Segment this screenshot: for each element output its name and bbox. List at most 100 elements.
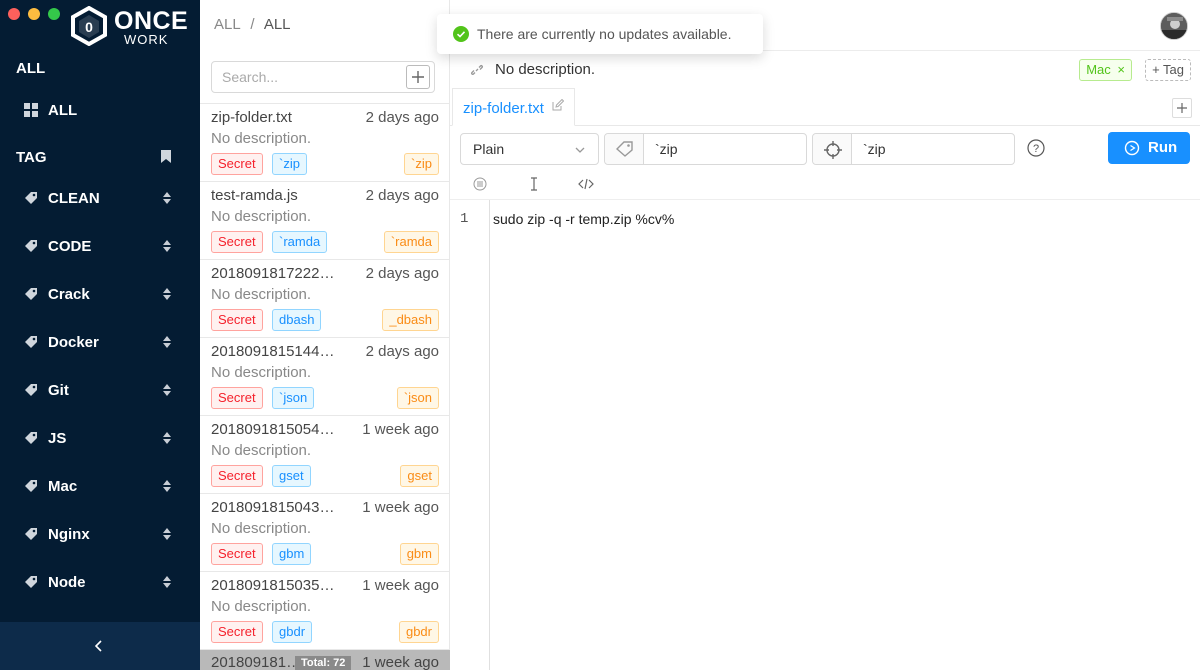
add-tab-button[interactable] bbox=[1172, 98, 1192, 118]
sort-icon[interactable] bbox=[163, 479, 171, 493]
snippet-tag[interactable]: gbdr bbox=[272, 621, 313, 643]
list-item[interactable]: 2018091815144… 2 days ago No description. S… bbox=[200, 338, 450, 416]
window-minimize-button[interactable] bbox=[28, 8, 40, 20]
sort-icon[interactable] bbox=[163, 191, 171, 205]
window-close-button[interactable] bbox=[8, 8, 20, 20]
search-input[interactable] bbox=[220, 67, 400, 87]
snippet-time: 1 week ago bbox=[362, 421, 439, 438]
sort-icon[interactable] bbox=[163, 239, 171, 253]
sidebar-item-label: Mac bbox=[48, 477, 78, 495]
snippet-tag[interactable]: gset bbox=[272, 465, 311, 487]
editor-divider bbox=[450, 199, 1200, 200]
file-tab-bar: zip-folder.txt bbox=[450, 88, 1200, 126]
format-list-icon[interactable] bbox=[472, 176, 488, 192]
snippet-tag[interactable]: `ramda bbox=[383, 231, 439, 253]
description-row: No description. Mac × + Tag bbox=[450, 50, 1200, 88]
list-item[interactable]: 2018091815043… 1 week ago No description. S… bbox=[200, 494, 450, 572]
sidebar-item-label: JS bbox=[48, 429, 67, 447]
trigger-input[interactable]: `zip bbox=[863, 141, 886, 157]
snippet-tag[interactable]: `zip bbox=[404, 153, 439, 175]
detail-tag-mac[interactable]: Mac × bbox=[1079, 59, 1132, 81]
breadcrumb-root[interactable]: ALL bbox=[214, 16, 240, 33]
sidebar-item-label: CLEAN bbox=[48, 189, 100, 207]
snippet-tag[interactable]: `json bbox=[272, 387, 315, 409]
sidebar-item-code[interactable]: CODE bbox=[0, 226, 200, 266]
add-tag-button[interactable]: + Tag bbox=[1145, 59, 1191, 81]
sidebar-item-js[interactable]: JS bbox=[0, 418, 200, 458]
snippet-time: 2 days ago bbox=[365, 343, 439, 360]
snippet-description[interactable]: No description. bbox=[495, 61, 595, 78]
collapse-sidebar-button[interactable] bbox=[0, 622, 200, 670]
logo-text-secondary: WORK bbox=[124, 32, 169, 47]
snippet-tag[interactable]: Secret bbox=[211, 231, 263, 253]
bookmark-icon[interactable] bbox=[160, 150, 172, 163]
sort-icon[interactable] bbox=[163, 335, 171, 349]
tag-icon bbox=[25, 576, 37, 588]
add-snippet-button[interactable] bbox=[406, 65, 430, 89]
snippet-tag[interactable]: Secret bbox=[211, 621, 263, 643]
run-label: Run bbox=[1148, 139, 1178, 156]
sidebar-item-nginx[interactable]: Nginx bbox=[0, 514, 200, 554]
sidebar-item-node[interactable]: Node bbox=[0, 562, 200, 602]
snippet-name: 2018091815035… bbox=[211, 577, 335, 594]
sidebar-item-label: CODE bbox=[48, 237, 92, 255]
grid-icon bbox=[24, 103, 38, 117]
code-line[interactable]: sudo zip -q -r temp.zip %cv% bbox=[493, 211, 674, 227]
tab-zip-folder[interactable]: zip-folder.txt bbox=[452, 88, 576, 126]
sidebar-item-git[interactable]: Git bbox=[0, 370, 200, 410]
snippet-tag[interactable]: `json bbox=[396, 387, 439, 409]
help-icon[interactable]: ? bbox=[1027, 139, 1045, 157]
avatar[interactable] bbox=[1160, 12, 1188, 40]
text-cursor-icon[interactable] bbox=[526, 176, 542, 192]
list-item[interactable]: test-ramda.js 2 days ago No description. Se… bbox=[200, 182, 450, 260]
plus-icon bbox=[412, 71, 424, 83]
snippet-tag[interactable]: gbdr bbox=[398, 621, 439, 643]
sort-icon[interactable] bbox=[163, 575, 171, 589]
edit-icon[interactable] bbox=[552, 99, 565, 111]
editor-gutter bbox=[489, 200, 490, 670]
snippet-tag[interactable]: gset bbox=[400, 465, 439, 487]
total-count-badge: Total: 72 bbox=[295, 656, 352, 670]
snippet-tag[interactable]: Secret bbox=[211, 543, 263, 565]
snippet-tag[interactable]: gbm bbox=[272, 543, 312, 565]
snippet-time: 1 week ago bbox=[362, 499, 439, 516]
sort-icon[interactable] bbox=[163, 287, 171, 301]
sort-icon[interactable] bbox=[163, 527, 171, 541]
sidebar-item-clean[interactable]: CLEAN bbox=[0, 178, 200, 218]
snippet-tag[interactable]: `ramda bbox=[272, 231, 328, 253]
tag-icon bbox=[25, 480, 37, 492]
breadcrumb: ALL / ALL bbox=[214, 16, 291, 33]
list-item[interactable]: 2018091817222… 2 days ago No description. S… bbox=[200, 260, 450, 338]
breadcrumb-separator: / bbox=[250, 16, 255, 33]
snippet-tag[interactable]: _dbash bbox=[382, 309, 439, 331]
window-zoom-button[interactable] bbox=[48, 8, 60, 20]
list-item[interactable]: 2018091815035… 1 week ago No description. S… bbox=[200, 572, 450, 650]
section-all-heading: ALL bbox=[16, 60, 46, 77]
tag-close-icon[interactable]: × bbox=[1117, 62, 1125, 77]
language-select[interactable]: Plain bbox=[460, 133, 599, 165]
sort-icon[interactable] bbox=[163, 383, 171, 397]
snippet-tag[interactable]: Secret bbox=[211, 465, 263, 487]
snippet-tag[interactable]: gbm bbox=[399, 543, 439, 565]
sort-icon[interactable] bbox=[163, 431, 171, 445]
line-number: 1 bbox=[460, 211, 469, 227]
sidebar-item-docker[interactable]: Docker bbox=[0, 322, 200, 362]
sidebar-item-all[interactable]: ALL bbox=[0, 90, 200, 130]
tag-icon bbox=[25, 288, 37, 300]
keyword-input[interactable]: `zip bbox=[655, 141, 678, 157]
snippet-list-panel: ALL / ALL zip-folder.txt 2 days ago No des… bbox=[200, 0, 450, 670]
language-value: Plain bbox=[473, 141, 505, 157]
snippet-tag[interactable]: Secret bbox=[211, 153, 263, 175]
snippet-tag[interactable]: `zip bbox=[272, 153, 307, 175]
snippet-tag[interactable]: dbash bbox=[272, 309, 322, 331]
tag-icon bbox=[25, 528, 37, 540]
list-item[interactable]: zip-folder.txt 2 days ago No description. S… bbox=[200, 104, 450, 182]
sidebar-item-crack[interactable]: Crack bbox=[0, 274, 200, 314]
list-item[interactable]: 2018091815054… 1 week ago No description. S… bbox=[200, 416, 450, 494]
sidebar-item-mac[interactable]: Mac bbox=[0, 466, 200, 506]
code-icon[interactable] bbox=[578, 176, 594, 192]
snippet-tag[interactable]: Secret bbox=[211, 387, 263, 409]
sidebar-item-label: Docker bbox=[48, 333, 99, 351]
snippet-tag[interactable]: Secret bbox=[211, 309, 263, 331]
run-button[interactable]: Run bbox=[1108, 132, 1190, 164]
